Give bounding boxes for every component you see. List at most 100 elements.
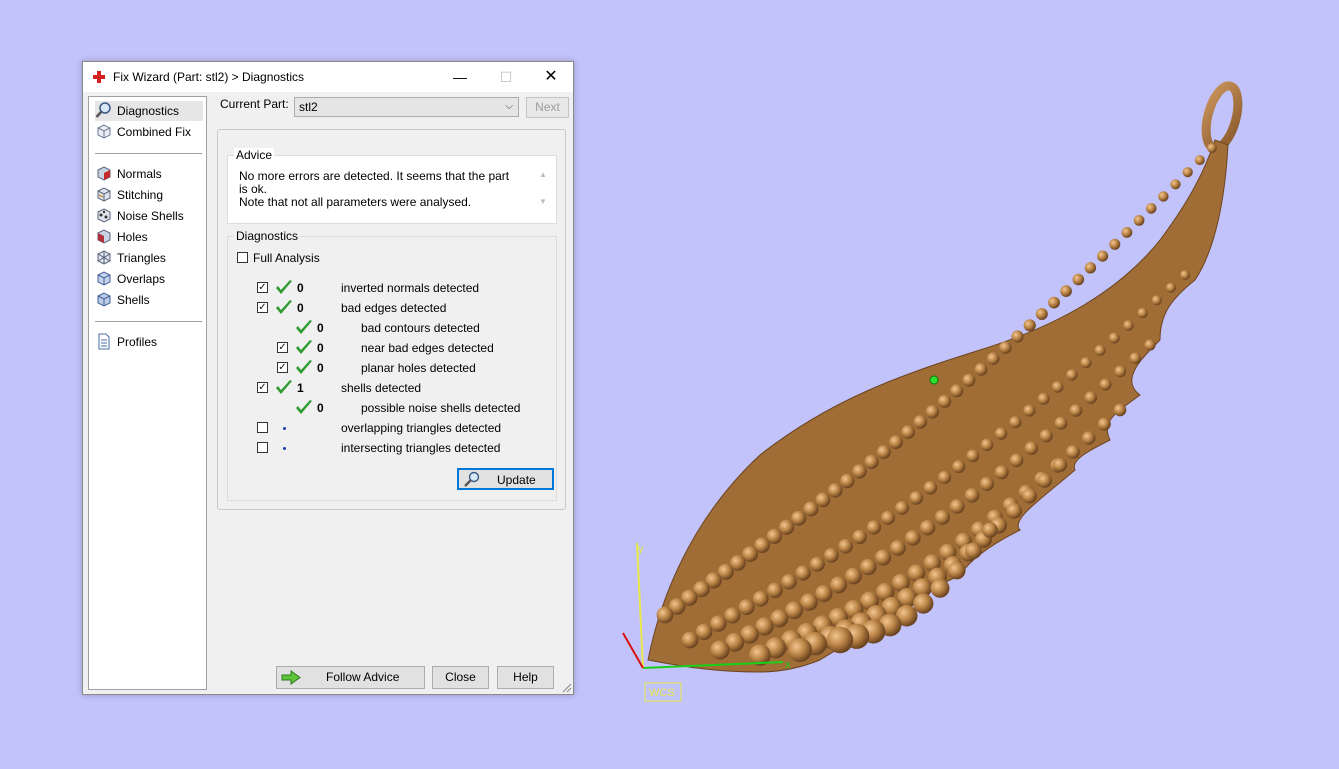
bead	[1099, 378, 1112, 391]
diagnostic-checkbox[interactable]	[257, 442, 268, 453]
pending-dot-icon	[283, 427, 286, 430]
bead	[986, 352, 1000, 365]
bead	[1054, 416, 1068, 430]
green-check-icon	[296, 340, 312, 354]
help-button[interactable]: Help	[497, 666, 554, 689]
diagnostics-panel: Advice No more errors are detected. It s…	[217, 129, 566, 510]
diagnostic-checkbox[interactable]: ✓	[277, 362, 288, 373]
advice-title: Advice	[234, 148, 275, 162]
bead	[779, 519, 795, 535]
diagnostic-label: intersecting triangles detected	[341, 441, 501, 455]
cube-icon	[97, 124, 111, 139]
bead	[1066, 445, 1080, 459]
sidebar-item-stitching[interactable]: Stitching	[95, 185, 203, 205]
maximize-button[interactable]: ☐	[483, 62, 529, 92]
diagnostic-checkbox[interactable]: ✓	[257, 302, 268, 313]
diagnostic-label: bad edges detected	[341, 301, 447, 315]
diagnostic-count: 0	[317, 361, 324, 375]
resize-grip-icon[interactable]	[562, 683, 572, 693]
diagnostic-count: 0	[317, 341, 324, 355]
diagnostic-label: possible noise shells detected	[361, 401, 521, 415]
bead	[710, 640, 730, 660]
bead	[913, 415, 928, 429]
bead	[905, 530, 921, 546]
bead	[815, 492, 831, 508]
diagnostic-label: near bad edges detected	[361, 341, 494, 355]
bead	[1069, 404, 1083, 417]
bead	[1194, 155, 1205, 166]
wcs-label: WCS	[649, 687, 675, 699]
bead	[1170, 179, 1181, 190]
diagnostic-label: bad contours detected	[361, 321, 480, 335]
diagnostic-checkbox[interactable]: ✓	[277, 342, 288, 353]
diagnostic-checkbox[interactable]: ✓	[257, 382, 268, 393]
shells-cube-icon	[97, 292, 111, 307]
diagnostic-checkbox[interactable]	[257, 422, 268, 433]
bead	[1009, 416, 1022, 429]
bead	[1024, 441, 1039, 455]
bead	[681, 631, 699, 649]
bead	[1094, 344, 1106, 356]
bead	[952, 460, 966, 474]
close-window-button[interactable]: ✕	[528, 62, 574, 92]
bead	[901, 425, 915, 439]
bead	[1145, 203, 1157, 214]
sidebar-item-profiles[interactable]: Profiles	[95, 332, 203, 352]
magnifier-icon	[95, 102, 111, 118]
full-analysis-checkbox[interactable]	[237, 252, 248, 263]
next-button[interactable]: Next	[526, 97, 569, 118]
sidebar-item-holes[interactable]: Holes	[95, 227, 203, 247]
advice-scrollbar[interactable]: ▲ ▼	[538, 170, 548, 214]
bead	[1144, 339, 1156, 351]
sidebar-item-diagnostics[interactable]: Diagnostics	[95, 101, 203, 121]
follow-advice-button[interactable]: Follow Advice	[276, 666, 425, 689]
bead	[1114, 365, 1127, 378]
update-button[interactable]: Update	[457, 468, 554, 490]
overlaps-cube-icon	[97, 271, 111, 286]
bead	[1023, 404, 1036, 417]
bead	[913, 593, 934, 614]
bead	[815, 585, 833, 603]
bead	[1037, 392, 1050, 405]
bead	[1060, 285, 1072, 297]
sidebar-item-combined-fix[interactable]: Combined Fix	[95, 122, 203, 142]
sidebar-item-overlaps[interactable]: Overlaps	[95, 269, 203, 289]
diagnostic-checkbox[interactable]: ✓	[257, 282, 268, 293]
bead	[1180, 270, 1190, 280]
advice-group: Advice No more errors are detected. It s…	[227, 148, 557, 224]
axis-x-label: x	[785, 659, 791, 671]
green-check-icon	[296, 360, 312, 374]
bead	[1123, 320, 1134, 331]
bead	[1113, 403, 1127, 417]
bead	[840, 473, 855, 489]
sidebar-item-normals[interactable]: Normals	[95, 164, 203, 184]
bead	[930, 578, 950, 598]
document-icon	[98, 333, 110, 350]
bead	[1108, 332, 1120, 344]
bead	[781, 574, 797, 590]
current-part-value: stl2	[299, 100, 318, 114]
sidebar-item-noise-shells[interactable]: Noise Shells	[95, 206, 203, 226]
bead	[966, 449, 980, 463]
bead	[866, 520, 882, 535]
bead	[938, 394, 952, 408]
sidebar-item-shells[interactable]: Shells	[95, 290, 203, 310]
minimize-button[interactable]: —	[437, 62, 483, 92]
pending-dot-icon	[283, 447, 286, 450]
diagnostic-count: 0	[297, 281, 304, 295]
bead	[1023, 319, 1036, 332]
bead	[949, 499, 965, 514]
bead	[999, 341, 1012, 354]
sidebar-item-triangles[interactable]: Triangles	[95, 248, 203, 268]
green-check-icon	[296, 400, 312, 414]
title-bar[interactable]: Fix Wizard (Part: stl2) > Diagnostics — …	[83, 62, 573, 92]
bead	[974, 363, 988, 376]
bead	[1048, 296, 1060, 309]
bead	[803, 501, 819, 517]
bead	[875, 549, 892, 566]
close-button[interactable]: Close	[432, 666, 489, 689]
bead	[1133, 215, 1145, 226]
bead	[923, 481, 938, 495]
bead	[1165, 282, 1176, 293]
current-part-select[interactable]: stl2 ⌵	[294, 97, 519, 117]
